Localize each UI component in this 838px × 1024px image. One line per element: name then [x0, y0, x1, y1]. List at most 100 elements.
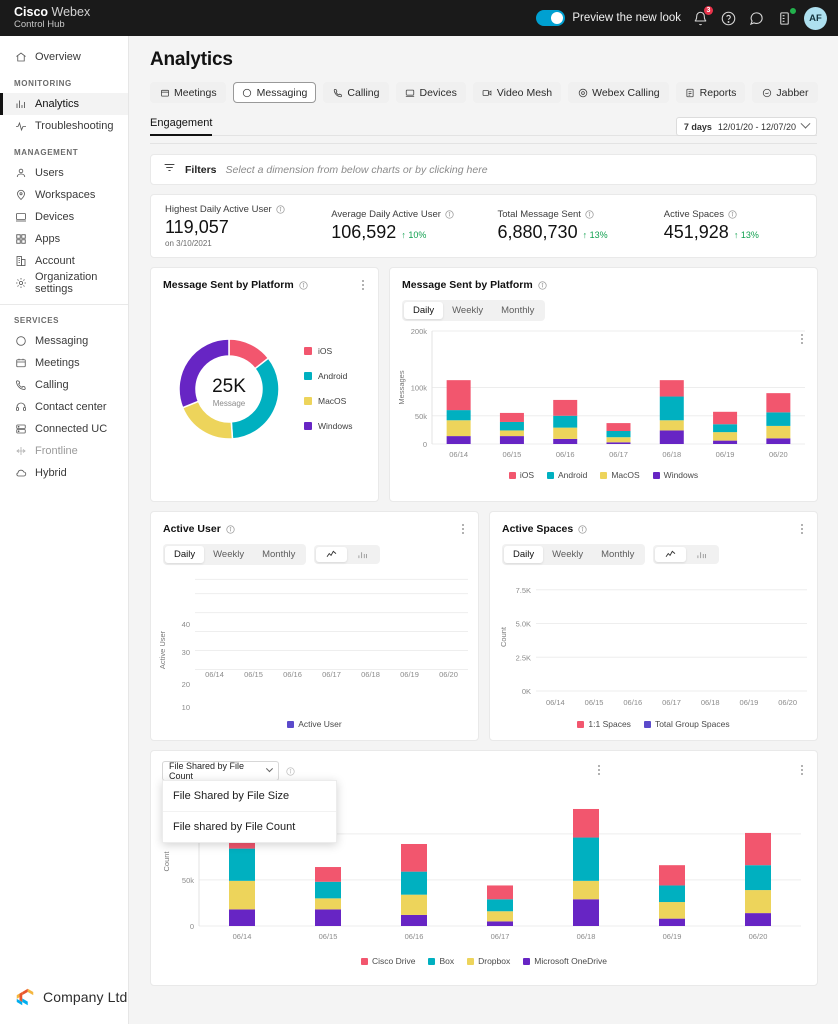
active-user-line-chart: 06/1406/1506/1606/1706/1806/1906/20Activ… [151, 565, 480, 715]
calendar-icon [14, 357, 27, 370]
tasks-clipboard-icon[interactable] [776, 10, 793, 27]
avatar[interactable]: AF [804, 7, 827, 30]
tab-webex-calling[interactable]: Webex Calling [568, 82, 669, 103]
sidebar-item-account[interactable]: Account [0, 250, 128, 272]
info-icon[interactable] [286, 767, 295, 776]
segment-daily[interactable]: Daily [504, 546, 543, 563]
tab-jabber[interactable]: Jabber [752, 82, 817, 103]
sidebar-item-label: Account [35, 255, 75, 267]
sidebar-item-connected-uc[interactable]: Connected UC [0, 418, 128, 440]
sidebar-item-overview[interactable]: Overview [0, 46, 128, 68]
segment-monthly[interactable]: Monthly [592, 546, 643, 563]
toggle-switch-icon[interactable] [536, 10, 565, 26]
segment-weekly[interactable]: Weekly [543, 546, 592, 563]
message-bubble-icon [242, 87, 253, 98]
segment-weekly[interactable]: Weekly [443, 302, 492, 319]
dropdown-option-file-size[interactable]: File Shared by File Size [163, 781, 336, 811]
svg-text:25K: 25K [212, 376, 246, 397]
kebab-menu-icon[interactable] [796, 332, 808, 346]
bar-chart-icon[interactable] [686, 547, 717, 562]
legend-item[interactable]: Microsoft OneDrive [523, 956, 607, 966]
info-icon[interactable] [728, 210, 737, 219]
segment-monthly[interactable]: Monthly [253, 546, 304, 563]
info-icon[interactable] [276, 205, 285, 214]
sidebar-item-calling[interactable]: Calling [0, 374, 128, 396]
kpi-value: 451,928 [664, 222, 729, 243]
legend-item[interactable]: Box [428, 956, 454, 966]
sidebar-item-messaging[interactable]: Messaging [0, 330, 128, 352]
sidebar-item-organization-settings[interactable]: Organization settings [0, 272, 128, 294]
tab-engagement[interactable]: Engagement [150, 117, 212, 136]
notifications-bell-icon[interactable]: 3 [692, 10, 709, 27]
legend-label: MacOS [611, 470, 639, 480]
user-icon [14, 167, 27, 180]
filters-bar[interactable]: Filters Select a dimension from below ch… [150, 154, 817, 185]
home-icon [14, 51, 27, 64]
kebab-menu-icon[interactable] [796, 522, 808, 536]
sidebar-item-apps[interactable]: Apps [0, 228, 128, 250]
sidebar-item-frontline[interactable]: Frontline [0, 440, 128, 462]
kebab-menu-icon[interactable] [357, 278, 369, 292]
kebab-menu-icon-right[interactable] [796, 763, 808, 777]
tab-devices[interactable]: Devices [396, 82, 466, 103]
svg-text:06/17: 06/17 [491, 932, 510, 941]
tab-meetings[interactable]: Meetings [150, 82, 226, 103]
segment-monthly[interactable]: Monthly [492, 302, 543, 319]
info-icon[interactable] [445, 210, 454, 219]
legend-label: Box [439, 956, 454, 966]
sidebar-item-contact-center[interactable]: Contact center [0, 396, 128, 418]
preview-new-look-label: Preview the new look [572, 12, 681, 24]
info-icon[interactable] [578, 525, 587, 534]
sidebar-item-workspaces[interactable]: Workspaces [0, 184, 128, 206]
chat-bubble-icon[interactable] [748, 10, 765, 27]
date-range-picker[interactable]: 7 days 12/01/20 - 12/07/20 [676, 117, 817, 136]
sidebar-item-troubleshooting[interactable]: Troubleshooting [0, 115, 128, 137]
tab-calling[interactable]: Calling [323, 82, 388, 103]
svg-text:06/17: 06/17 [322, 670, 341, 679]
legend-item[interactable]: Dropbox [467, 956, 510, 966]
sidebar-item-devices[interactable]: Devices [0, 206, 128, 228]
sidebar-item-hybrid[interactable]: Hybrid [0, 462, 128, 484]
line-chart-icon[interactable] [316, 547, 347, 562]
preview-new-look-toggle[interactable]: Preview the new look [536, 10, 681, 26]
tab-video-mesh[interactable]: Video Mesh [473, 82, 561, 103]
info-icon[interactable] [538, 281, 547, 290]
line-chart-icon[interactable] [655, 547, 686, 562]
tab-reports[interactable]: Reports [676, 82, 746, 103]
svg-text:06/20: 06/20 [439, 670, 458, 679]
dropdown-option-file-count[interactable]: File shared by File Count [163, 811, 336, 842]
sidebar-item-users[interactable]: Users [0, 162, 128, 184]
legend-label: iOS [520, 470, 534, 480]
legend-item[interactable]: Total Group Spaces [644, 719, 730, 729]
svg-text:5.0K: 5.0K [516, 620, 531, 629]
help-question-icon[interactable] [720, 10, 737, 27]
info-icon[interactable] [585, 210, 594, 219]
tab-messaging[interactable]: Messaging [233, 82, 317, 103]
legend-item[interactable]: MacOS [600, 470, 639, 480]
message-bubble-icon [14, 335, 27, 348]
sidebar-header-monitoring: MONITORING [0, 68, 128, 93]
info-icon[interactable] [226, 525, 235, 534]
select-value: File Shared by File Count [169, 761, 267, 781]
legend-item[interactable]: 1:1 Spaces [577, 719, 631, 729]
sidebar-item-meetings[interactable]: Meetings [0, 352, 128, 374]
svg-text:0K: 0K [522, 687, 531, 696]
legend-item[interactable]: Android [547, 470, 587, 480]
legend-item[interactable]: Windows [653, 470, 698, 480]
server-icon [14, 423, 27, 436]
segment-daily[interactable]: Daily [165, 546, 204, 563]
kebab-menu-icon-left[interactable] [593, 763, 605, 777]
legend-item[interactable]: Cisco Drive [361, 956, 415, 966]
brand-logo[interactable]: Cisco Webex Control Hub [0, 6, 90, 31]
kpi-value: 6,880,730 [498, 222, 578, 243]
file-shared-metric-select[interactable]: File Shared by File Count [162, 761, 279, 781]
segment-daily[interactable]: Daily [404, 302, 443, 319]
legend-item[interactable]: iOS [509, 470, 534, 480]
bar-chart-icon[interactable] [347, 547, 378, 562]
tab-label: Devices [420, 87, 457, 99]
legend-item[interactable]: Active User [287, 719, 341, 729]
sidebar-item-analytics[interactable]: Analytics [0, 93, 128, 115]
kebab-menu-icon[interactable] [457, 522, 469, 536]
info-icon[interactable] [299, 281, 308, 290]
segment-weekly[interactable]: Weekly [204, 546, 253, 563]
